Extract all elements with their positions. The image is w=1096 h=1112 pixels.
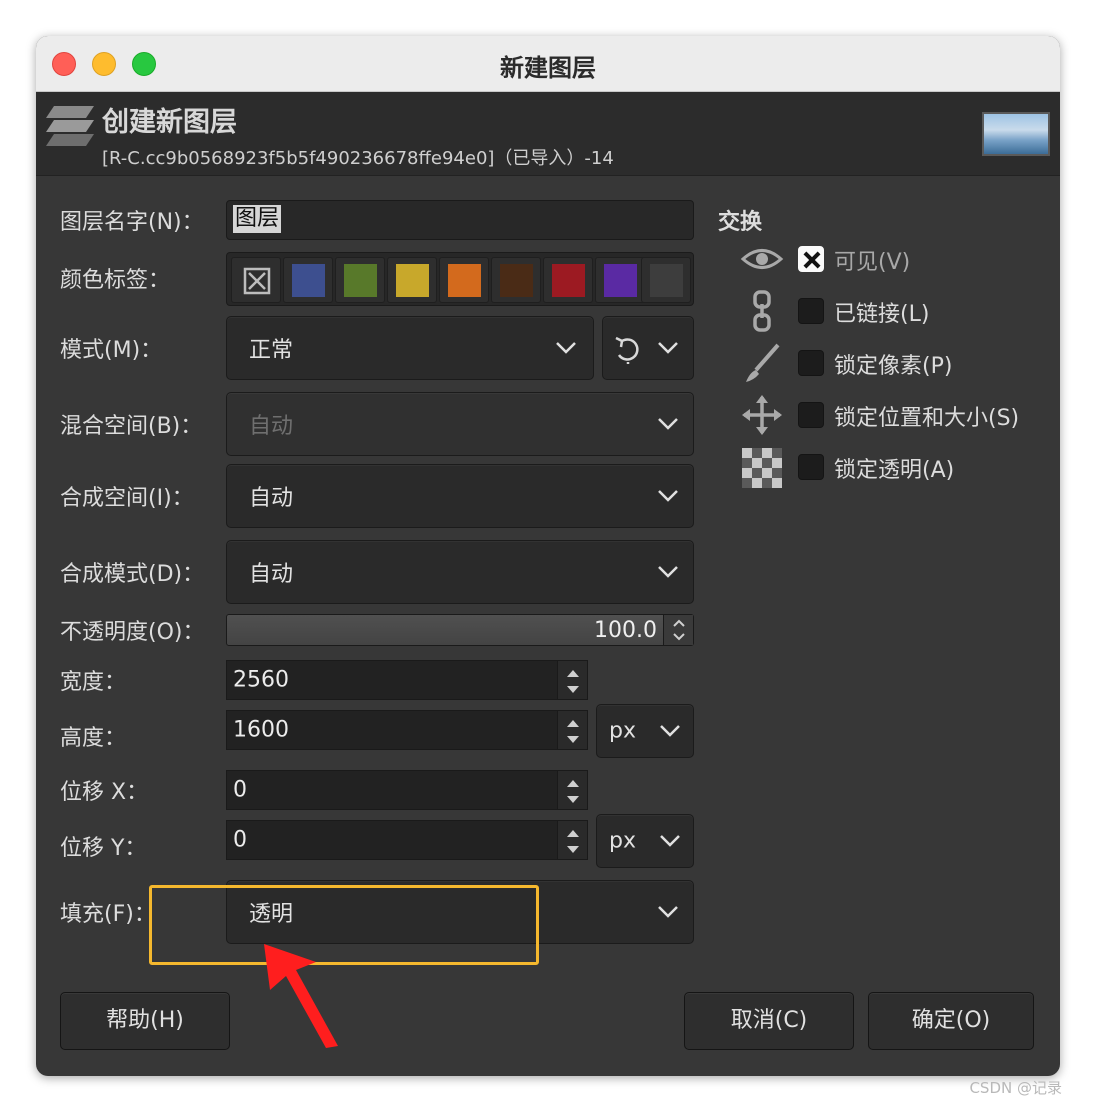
size-unit-value: px <box>609 718 636 744</box>
color-tag-green[interactable] <box>335 257 385 303</box>
width-input[interactable]: 2560 <box>226 660 588 700</box>
opacity-label: 不透明度(O)： <box>60 620 205 645</box>
move-icon <box>742 395 782 435</box>
blend-space-value: 自动 <box>249 414 294 439</box>
chain-icon <box>753 290 771 332</box>
mode-value: 正常 <box>249 338 294 363</box>
layer-name-value: 图层 <box>233 205 282 233</box>
stepper-arrows-icon <box>567 720 579 743</box>
lock-position-label: 锁定位置和大小(S) <box>834 406 1020 431</box>
chevron-down-icon <box>660 725 680 737</box>
image-name: [R-C.cc9b0568923f5b5f490236678ffe94e0]（已… <box>102 148 614 169</box>
no-color-icon <box>243 267 271 295</box>
color-tag-brown[interactable] <box>491 257 541 303</box>
image-thumbnail <box>982 112 1050 156</box>
width-stepper[interactable] <box>557 661 587 699</box>
height-label: 高度： <box>60 726 127 751</box>
chevron-down-icon <box>658 906 678 918</box>
red-arrow-annotation <box>264 944 338 1048</box>
chevron-down-icon <box>658 342 678 354</box>
offset-y-value: 0 <box>233 827 247 853</box>
opacity-value: 100.0 <box>594 618 657 643</box>
help-button[interactable]: 帮助(H) <box>60 992 230 1050</box>
color-tag-red[interactable] <box>543 257 593 303</box>
watermark: CSDN @记录 <box>969 1079 1062 1097</box>
layer-name-label: 图层名字(N)： <box>60 210 204 235</box>
offset-unit-dropdown[interactable]: px <box>596 814 694 868</box>
color-tag-blue[interactable] <box>283 257 333 303</box>
reset-icon <box>615 336 639 364</box>
stepper-arrows-icon <box>567 830 579 853</box>
height-input[interactable]: 1600 <box>226 710 588 750</box>
mode-label: 模式(M)： <box>60 338 163 363</box>
opacity-stepper[interactable] <box>663 615 693 645</box>
color-tag-label: 颜色标签： <box>60 268 171 293</box>
height-value: 1600 <box>233 717 289 743</box>
composite-space-value: 自动 <box>249 486 294 511</box>
window-title: 新建图层 <box>500 54 596 82</box>
composite-mode-dropdown[interactable]: 自动 <box>226 540 694 604</box>
lock-pixels-checkbox[interactable] <box>798 350 824 376</box>
color-tag-none[interactable] <box>231 257 281 303</box>
fill-label: 填充(F)： <box>60 902 156 927</box>
cancel-button[interactable]: 取消(C) <box>684 992 854 1050</box>
chevron-down-icon <box>658 566 678 578</box>
stepper-arrows-icon <box>567 670 579 693</box>
switches-heading: 交换 <box>718 210 763 235</box>
offset-y-label: 位移 Y： <box>60 836 147 861</box>
brush-icon <box>746 343 780 382</box>
chevron-down-icon <box>660 835 680 847</box>
offset-y-stepper[interactable] <box>557 821 587 859</box>
chevron-down-icon <box>556 342 576 354</box>
visible-checkbox[interactable] <box>798 246 824 272</box>
checkerboard-icon <box>742 448 782 488</box>
layers-icon <box>46 106 94 146</box>
composite-mode-label: 合成模式(D)： <box>60 562 205 587</box>
color-tag-orange[interactable] <box>439 257 489 303</box>
composite-space-label: 合成空间(I)： <box>60 486 194 511</box>
size-unit-dropdown[interactable]: px <box>596 704 694 758</box>
dialog-header: 创建新图层 [R-C.cc9b0568923f5b5f490236678ffe9… <box>36 92 1060 176</box>
opacity-slider[interactable]: 100.0 <box>226 614 694 646</box>
color-tag-gray[interactable] <box>641 257 691 303</box>
blend-space-label: 混合空间(B)： <box>60 414 203 439</box>
stepper-arrows-icon <box>673 619 685 641</box>
lock-position-checkbox[interactable] <box>798 402 824 428</box>
offset-x-label: 位移 X： <box>60 780 149 805</box>
offset-unit-value: px <box>609 828 636 854</box>
color-tag-violet[interactable] <box>595 257 645 303</box>
ok-button[interactable]: 确定(O) <box>868 992 1034 1050</box>
composite-space-dropdown[interactable]: 自动 <box>226 464 694 528</box>
width-label: 宽度： <box>60 670 127 695</box>
visible-label: 可见(V) <box>834 250 911 275</box>
mode-dropdown[interactable]: 正常 <box>226 316 594 380</box>
title-bar: 新建图层 <box>36 36 1060 92</box>
offset-y-input[interactable]: 0 <box>226 820 588 860</box>
chevron-down-icon <box>658 418 678 430</box>
lock-alpha-label: 锁定透明(A) <box>834 458 955 483</box>
composite-mode-value: 自动 <box>249 562 294 587</box>
lock-alpha-checkbox[interactable] <box>798 454 824 480</box>
color-tag-selector <box>226 252 694 306</box>
eye-icon <box>740 249 784 269</box>
lock-pixels-label: 锁定像素(P) <box>834 354 953 379</box>
blend-space-dropdown[interactable]: 自动 <box>226 392 694 456</box>
layer-name-input[interactable]: 图层 <box>226 200 694 240</box>
chevron-down-icon <box>658 490 678 502</box>
color-tag-yellow[interactable] <box>387 257 437 303</box>
offset-x-value: 0 <box>233 777 247 803</box>
offset-x-stepper[interactable] <box>557 771 587 809</box>
mode-reset-dropdown[interactable] <box>602 316 694 380</box>
linked-label: 已链接(L) <box>834 302 930 327</box>
height-stepper[interactable] <box>557 711 587 749</box>
offset-x-input[interactable]: 0 <box>226 770 588 810</box>
dialog-heading: 创建新图层 <box>102 107 237 138</box>
width-value: 2560 <box>233 667 289 693</box>
stepper-arrows-icon <box>567 780 579 803</box>
linked-checkbox[interactable] <box>798 298 824 324</box>
